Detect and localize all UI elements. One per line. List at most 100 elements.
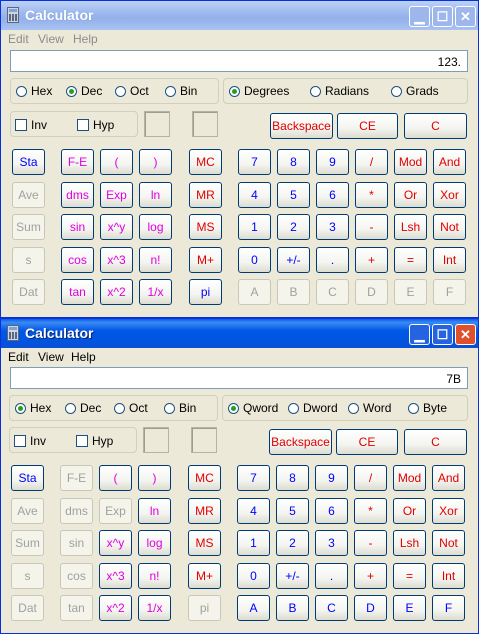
s-button[interactable]: s [11, 563, 44, 589]
key-1[interactable]: 1 [237, 530, 270, 556]
lsh-button[interactable]: Lsh [393, 530, 426, 556]
x-squared-button[interactable]: x^2 [100, 279, 133, 305]
or-button[interactable]: Or [393, 498, 426, 524]
menu-edit[interactable]: Edit [8, 32, 29, 46]
mod-button[interactable]: Mod [393, 465, 426, 491]
ms-button[interactable]: MS [188, 530, 221, 556]
pi-button[interactable]: pi [188, 595, 221, 621]
not-button[interactable]: Not [432, 530, 465, 556]
ms-button[interactable]: MS [189, 214, 222, 240]
key-b[interactable]: B [277, 279, 310, 305]
factorial-button[interactable]: n! [138, 563, 171, 589]
int-button[interactable]: Int [433, 247, 466, 273]
dat-button[interactable]: Dat [12, 279, 45, 305]
key-2[interactable]: 2 [276, 530, 309, 556]
ce-button[interactable]: CE [337, 113, 398, 139]
menu-help[interactable]: Help [73, 32, 98, 46]
subtract-button[interactable]: - [355, 214, 388, 240]
ave-button[interactable]: Ave [11, 498, 44, 524]
key-f[interactable]: F [432, 595, 465, 621]
radio-hex[interactable]: Hex [15, 401, 51, 415]
maximize-button[interactable]: ☐ [432, 324, 453, 345]
hyp-checkbox[interactable]: Hyp [76, 434, 113, 448]
key-3[interactable]: 3 [316, 214, 349, 240]
cos-button[interactable]: cos [61, 247, 94, 273]
m-plus-button[interactable]: M+ [188, 563, 221, 589]
c-button[interactable]: C [404, 429, 467, 455]
tan-button[interactable]: tan [60, 595, 93, 621]
x-squared-button[interactable]: x^2 [99, 595, 132, 621]
multiply-button[interactable]: * [354, 498, 387, 524]
menu-help[interactable]: Help [71, 350, 96, 364]
radio-oct[interactable]: Oct [114, 401, 148, 415]
radio-dword[interactable]: Dword [288, 401, 338, 415]
fe-button[interactable]: F-E [60, 465, 93, 491]
cos-button[interactable]: cos [60, 563, 93, 589]
key-5[interactable]: 5 [277, 182, 310, 208]
mc-button[interactable]: MC [189, 149, 222, 175]
add-button[interactable]: + [354, 563, 387, 589]
key-9[interactable]: 9 [316, 149, 349, 175]
key-9[interactable]: 9 [315, 465, 348, 491]
divide-button[interactable]: / [354, 465, 387, 491]
exp-button[interactable]: Exp [100, 182, 133, 208]
decimal-button[interactable]: . [316, 247, 349, 273]
key-e[interactable]: E [393, 595, 426, 621]
key-4[interactable]: 4 [237, 498, 270, 524]
minimize-button[interactable]: ▁ [409, 324, 430, 345]
radio-bin[interactable]: Bin [164, 401, 196, 415]
mr-button[interactable]: MR [188, 498, 221, 524]
title-bar[interactable]: Calculator ▁ ☐ ✕ [1, 1, 478, 30]
equals-button[interactable]: = [394, 247, 427, 273]
key-2[interactable]: 2 [277, 214, 310, 240]
sta-button[interactable]: Sta [11, 465, 44, 491]
key-e[interactable]: E [394, 279, 427, 305]
x-pow-y-button[interactable]: x^y [99, 530, 132, 556]
ln-button[interactable]: ln [138, 498, 171, 524]
key-6[interactable]: 6 [316, 182, 349, 208]
xor-button[interactable]: Xor [432, 498, 465, 524]
key-a[interactable]: A [237, 595, 270, 621]
radio-grads[interactable]: Grads [391, 84, 439, 98]
key-7[interactable]: 7 [238, 149, 271, 175]
key-6[interactable]: 6 [315, 498, 348, 524]
radio-oct[interactable]: Oct [115, 84, 149, 98]
factorial-button[interactable]: n! [139, 247, 172, 273]
sta-button[interactable]: Sta [12, 149, 45, 175]
key-7[interactable]: 7 [237, 465, 270, 491]
lsh-button[interactable]: Lsh [394, 214, 427, 240]
negate-button[interactable]: +/- [276, 563, 309, 589]
subtract-button[interactable]: - [354, 530, 387, 556]
ave-button[interactable]: Ave [12, 182, 45, 208]
key-0[interactable]: 0 [237, 563, 270, 589]
multiply-button[interactable]: * [355, 182, 388, 208]
open-paren-button[interactable]: ( [100, 149, 133, 175]
tan-button[interactable]: tan [61, 279, 94, 305]
dms-button[interactable]: dms [60, 498, 93, 524]
x-cubed-button[interactable]: x^3 [100, 247, 133, 273]
log-button[interactable]: log [138, 530, 171, 556]
menu-view[interactable]: View [38, 350, 64, 364]
key-a[interactable]: A [238, 279, 271, 305]
key-c[interactable]: C [315, 595, 348, 621]
reciprocal-button[interactable]: 1/x [139, 279, 172, 305]
fe-button[interactable]: F-E [61, 149, 94, 175]
radio-hex[interactable]: Hex [16, 84, 52, 98]
key-b[interactable]: B [276, 595, 309, 621]
key-c[interactable]: C [316, 279, 349, 305]
log-button[interactable]: log [139, 214, 172, 240]
reciprocal-button[interactable]: 1/x [138, 595, 171, 621]
inv-checkbox[interactable]: Inv [14, 434, 46, 448]
mr-button[interactable]: MR [189, 182, 222, 208]
and-button[interactable]: And [433, 149, 466, 175]
display-field[interactable]: 123. [10, 50, 468, 72]
hyp-checkbox[interactable]: Hyp [77, 118, 114, 132]
close-button[interactable]: ✕ [455, 324, 476, 345]
s-button[interactable]: s [12, 247, 45, 273]
menu-edit[interactable]: Edit [8, 350, 29, 364]
maximize-button[interactable]: ☐ [432, 6, 453, 27]
x-pow-y-button[interactable]: x^y [100, 214, 133, 240]
ce-button[interactable]: CE [336, 429, 398, 455]
radio-dec[interactable]: Dec [66, 84, 102, 98]
open-paren-button[interactable]: ( [99, 465, 132, 491]
